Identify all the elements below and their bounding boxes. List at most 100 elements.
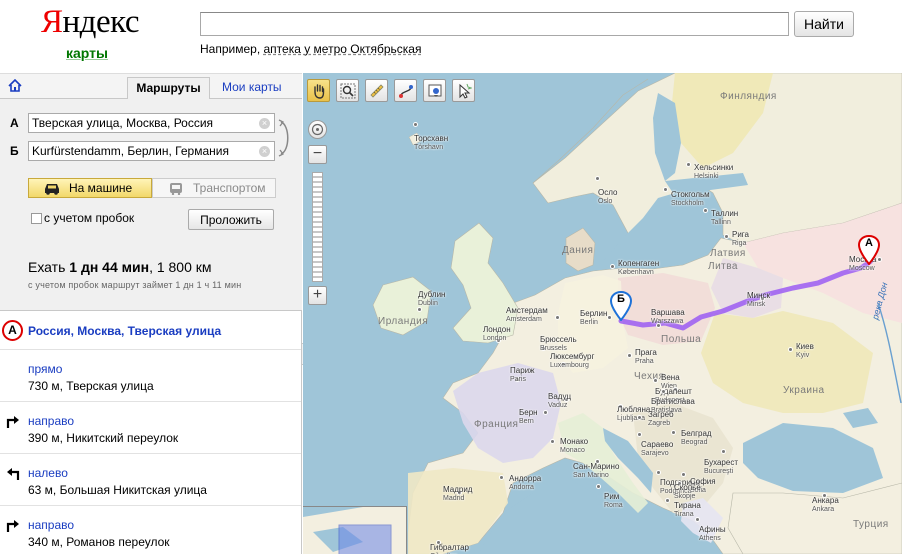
city-dot-icon[interactable] — [665, 498, 670, 503]
clear-point-b-icon[interactable]: × — [259, 146, 270, 157]
city-label: Берн Bern — [519, 408, 538, 425]
point-a-map-marker[interactable]: А — [857, 234, 881, 266]
city-label: Загреб Zagreb — [648, 410, 674, 427]
ruler-tool-button[interactable] — [365, 79, 388, 102]
magnifier-icon — [340, 83, 356, 99]
step-direction[interactable]: направо — [28, 414, 74, 428]
traffic-duration-note: с учетом пробок маршрут займет 1 дн 1 ч … — [28, 280, 242, 290]
search-button[interactable]: Найти — [794, 11, 854, 37]
map-view[interactable]: Финляндия Дания Литва Латвия Ирландия Польша Ч… — [303, 73, 902, 554]
tab-routes[interactable]: Маршруты — [127, 77, 210, 100]
route-step[interactable]: направо 340 м, Романов переулок — [0, 506, 301, 554]
mode-car-button[interactable]: На машине — [28, 178, 152, 198]
route-tool-button[interactable] — [394, 79, 417, 102]
route-step-origin[interactable]: А Россия, Москва, Тверская улица — [0, 312, 301, 350]
turn-right-icon — [6, 416, 19, 428]
traffic-checkbox[interactable] — [31, 213, 42, 224]
step-detail: 730 м, Тверская улица — [28, 379, 154, 393]
city-dot-icon[interactable] — [555, 315, 560, 320]
city-dot-icon[interactable] — [788, 347, 793, 352]
city-dot-icon[interactable] — [663, 187, 668, 192]
city-dot-icon[interactable] — [656, 470, 661, 475]
city-label: Стокгольм Stockholm — [671, 190, 710, 207]
origin-address[interactable]: Россия, Москва, Тверская улица — [28, 324, 221, 338]
hint-prefix: Например, — [200, 42, 264, 56]
city-dot-icon[interactable] — [653, 378, 658, 383]
city-dot-icon[interactable] — [610, 264, 615, 269]
city-label: Монако Monaco — [560, 437, 589, 454]
city-label: Копенгаген København — [618, 259, 660, 276]
route-step[interactable]: налево 63 м, Большая Никитская улица — [0, 454, 301, 506]
zoom-slider[interactable] — [312, 172, 323, 282]
city-dot-icon[interactable] — [596, 484, 601, 489]
city-dot-icon[interactable] — [413, 122, 418, 127]
city-dot-icon[interactable] — [686, 162, 691, 167]
city-label: Хельсинки Helsinki — [694, 163, 734, 180]
city-label: Торсхавн Tórshavn — [414, 134, 449, 151]
city-label: Дублин Dublin — [418, 290, 446, 307]
city-label: Амстердам Amsterdam — [506, 306, 548, 323]
pointer-tool-button[interactable] — [452, 79, 475, 102]
hint-example-link[interactable]: аптека у метро Октябрьская — [263, 42, 421, 56]
swap-points-icon[interactable] — [278, 119, 292, 157]
city-dot-icon[interactable] — [595, 176, 600, 181]
city-dot-icon[interactable] — [637, 415, 642, 420]
city-dot-icon[interactable] — [550, 439, 555, 444]
compass-button[interactable] — [308, 120, 327, 139]
search-input[interactable] — [200, 12, 789, 36]
zoom-in-button[interactable]: + — [308, 286, 327, 305]
step-direction[interactable]: налево — [28, 466, 68, 480]
mode-car-label: На машине — [69, 181, 133, 195]
mode-transit-button[interactable]: Транспортом — [152, 178, 276, 198]
zoom-out-button[interactable]: − — [308, 145, 327, 164]
point-b-input[interactable]: Kurfürstendamm, Берлин, Германия × — [28, 141, 275, 161]
city-label: Лондон London — [483, 325, 511, 342]
city-dot-icon[interactable] — [721, 449, 726, 454]
city-dot-icon[interactable] — [543, 410, 548, 415]
city-label: Брюссель Brussels — [540, 335, 577, 352]
hand-tool-button[interactable] — [307, 79, 330, 102]
home-icon[interactable] — [8, 79, 22, 92]
route-distance: , 1 800 км — [149, 259, 212, 275]
point-a-input[interactable]: Тверская улица, Москва, Россия × — [28, 113, 275, 133]
build-route-button[interactable]: Проложить — [188, 209, 274, 230]
logo-rest: ндекс — [62, 4, 140, 40]
city-dot-icon[interactable] — [681, 472, 686, 477]
city-dot-icon[interactable] — [671, 430, 676, 435]
step-direction[interactable]: направо — [28, 518, 74, 532]
country-label: Дания — [562, 245, 594, 256]
route-step[interactable]: направо 390 м, Никитский переулок — [0, 402, 301, 454]
city-label: Киев Kyiv — [796, 342, 814, 359]
country-label: Литва — [708, 261, 738, 272]
city-label: Скопье Skopje — [674, 483, 701, 500]
clear-point-a-icon[interactable]: × — [259, 118, 270, 129]
zoom-area-tool-button[interactable] — [336, 79, 359, 102]
city-label: Вадуц Vaduz — [548, 392, 572, 409]
city-dot-icon[interactable] — [661, 389, 666, 394]
overview-minimap[interactable] — [303, 506, 407, 554]
point-a-value: Тверская улица, Москва, Россия — [32, 116, 214, 130]
print-tool-button[interactable] — [423, 79, 446, 102]
city-dot-icon[interactable] — [499, 475, 504, 480]
hand-icon — [314, 84, 325, 99]
yandex-logo[interactable]: Яндекс — [41, 4, 139, 40]
step-direction[interactable]: прямо — [28, 362, 62, 376]
city-label: Берлин Berlin — [580, 309, 608, 326]
country-label: Чехия — [634, 371, 665, 382]
tab-my-maps[interactable]: Мои карты — [222, 80, 282, 94]
step-detail: 63 м, Большая Никитская улица — [28, 483, 207, 497]
city-label: Белград Beograd — [681, 429, 712, 446]
city-dot-icon[interactable] — [703, 208, 708, 213]
minimap-canvas — [303, 507, 406, 554]
route-duration: 1 дн 44 мин — [69, 259, 150, 275]
city-dot-icon[interactable] — [695, 517, 700, 522]
city-dot-icon[interactable] — [637, 432, 642, 437]
city-dot-icon[interactable] — [627, 353, 632, 358]
point-b-value: Kurfürstendamm, Берлин, Германия — [32, 144, 229, 158]
point-b-map-marker[interactable]: Б — [609, 290, 633, 322]
city-label: Рига Riga — [732, 230, 749, 247]
search-hint: Например, аптека у метро Октябрьская — [200, 42, 421, 56]
maps-service-link[interactable]: карты — [66, 45, 108, 61]
city-dot-icon[interactable] — [724, 234, 729, 239]
route-step[interactable]: прямо 730 м, Тверская улица — [0, 350, 301, 402]
